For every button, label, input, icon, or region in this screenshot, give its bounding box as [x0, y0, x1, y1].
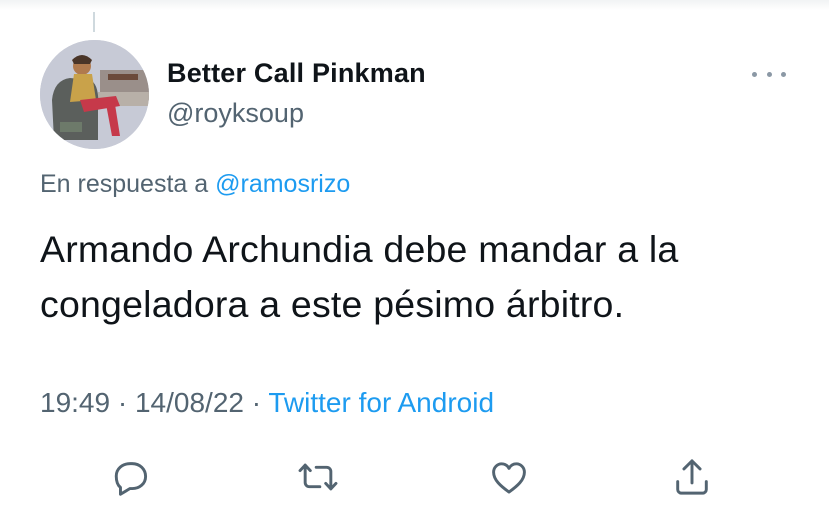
tweet-source-link[interactable]: Twitter for Android	[268, 387, 494, 418]
reply-icon[interactable]	[108, 455, 152, 499]
more-dot	[781, 71, 786, 77]
avatar[interactable]	[40, 40, 149, 149]
tweet-time[interactable]: 19:49	[40, 387, 110, 418]
reply-context: En respuesta a @ramosrizo	[40, 170, 350, 199]
reply-mention-link[interactable]: @ramosrizo	[215, 170, 350, 198]
more-dot	[752, 71, 757, 77]
reply-prefix: En respuesta a	[40, 170, 209, 198]
tweet-action-bar	[0, 455, 829, 501]
display-name[interactable]: Better Call Pinkman	[167, 58, 426, 89]
tweet-date[interactable]: 14/08/22	[135, 387, 244, 418]
user-handle[interactable]: @royksoup	[167, 98, 304, 129]
retweet-icon[interactable]	[296, 455, 340, 499]
tweet-metadata: 19:49 · 14/08/22 · Twitter for Android	[40, 387, 494, 419]
meta-separator: ·	[251, 387, 262, 418]
share-icon[interactable]	[670, 455, 714, 499]
more-options-icon[interactable]	[752, 64, 786, 84]
heart-icon[interactable]	[487, 455, 531, 499]
top-edge	[0, 0, 829, 10]
tweet-text: Armando Archundia debe mandar a la conge…	[40, 228, 679, 325]
thread-connector-line	[93, 12, 95, 32]
avatar-image	[40, 40, 149, 149]
more-dot	[766, 71, 772, 77]
meta-separator: ·	[117, 387, 128, 418]
